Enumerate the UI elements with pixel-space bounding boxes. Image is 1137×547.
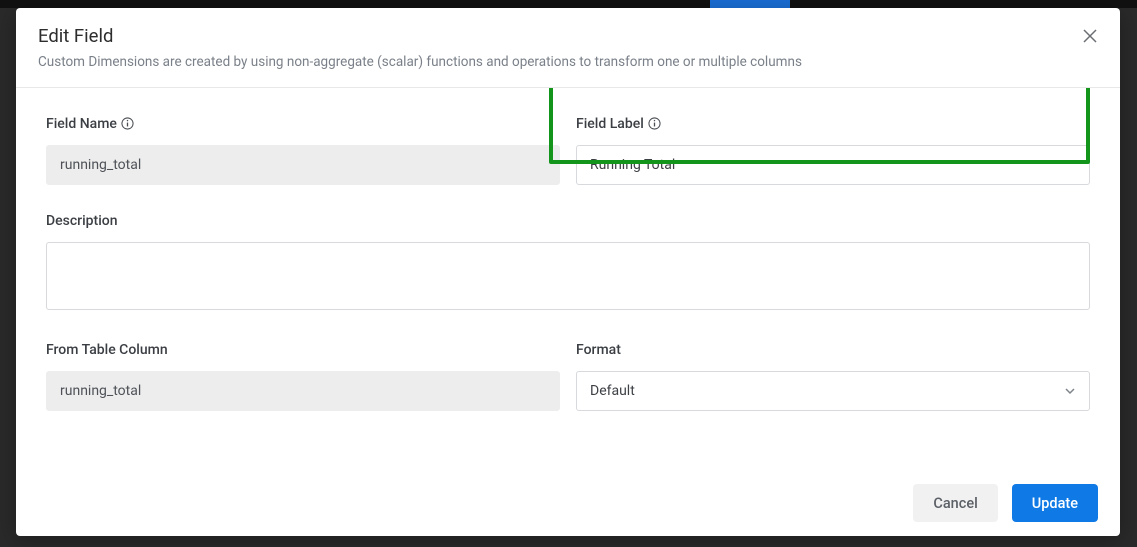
- from-table-column-label-text: From Table Column: [46, 342, 168, 358]
- field-name-label: Field Name: [46, 116, 560, 132]
- field-name-input: [46, 145, 560, 185]
- info-icon[interactable]: [648, 117, 662, 131]
- form-row-description: Description: [46, 213, 1090, 314]
- description-input[interactable]: [46, 242, 1090, 310]
- description-label-text: Description: [46, 213, 118, 229]
- from-table-column-input: [46, 371, 560, 411]
- modal-subtitle: Custom Dimensions are created by using n…: [38, 53, 1098, 72]
- update-button[interactable]: Update: [1012, 484, 1098, 522]
- field-label-input[interactable]: [576, 145, 1090, 185]
- edit-field-modal: Edit Field Custom Dimensions are created…: [16, 8, 1120, 536]
- cancel-button[interactable]: Cancel: [913, 484, 997, 522]
- modal-body: Field Name Field Label: [16, 88, 1120, 469]
- format-select-wrap: Default: [576, 371, 1090, 411]
- field-label-group: Field Label: [576, 116, 1090, 185]
- close-button[interactable]: [1080, 26, 1100, 46]
- format-select[interactable]: Default: [576, 371, 1090, 411]
- from-table-column-group: From Table Column: [46, 342, 560, 411]
- background-app-active-tab: [710, 0, 790, 8]
- info-icon[interactable]: [121, 117, 135, 131]
- format-label-text: Format: [576, 342, 621, 358]
- modal-title: Edit Field: [38, 25, 1098, 47]
- form-row-name-label: Field Name Field Label: [46, 116, 1090, 185]
- form-row-table-format: From Table Column Format Default: [46, 342, 1090, 411]
- close-icon: [1083, 29, 1097, 43]
- modal-header: Edit Field Custom Dimensions are created…: [16, 8, 1120, 88]
- format-label: Format: [576, 342, 1090, 358]
- modal-footer: Cancel Update: [16, 469, 1120, 536]
- format-group: Format Default: [576, 342, 1090, 411]
- field-label-label-text: Field Label: [576, 116, 644, 132]
- background-app-bar: [0, 0, 1137, 8]
- field-name-label-text: Field Name: [46, 116, 117, 132]
- field-name-group: Field Name: [46, 116, 560, 185]
- description-label: Description: [46, 213, 1090, 229]
- description-group: Description: [46, 213, 1090, 314]
- field-label-label: Field Label: [576, 116, 1090, 132]
- from-table-column-label: From Table Column: [46, 342, 560, 358]
